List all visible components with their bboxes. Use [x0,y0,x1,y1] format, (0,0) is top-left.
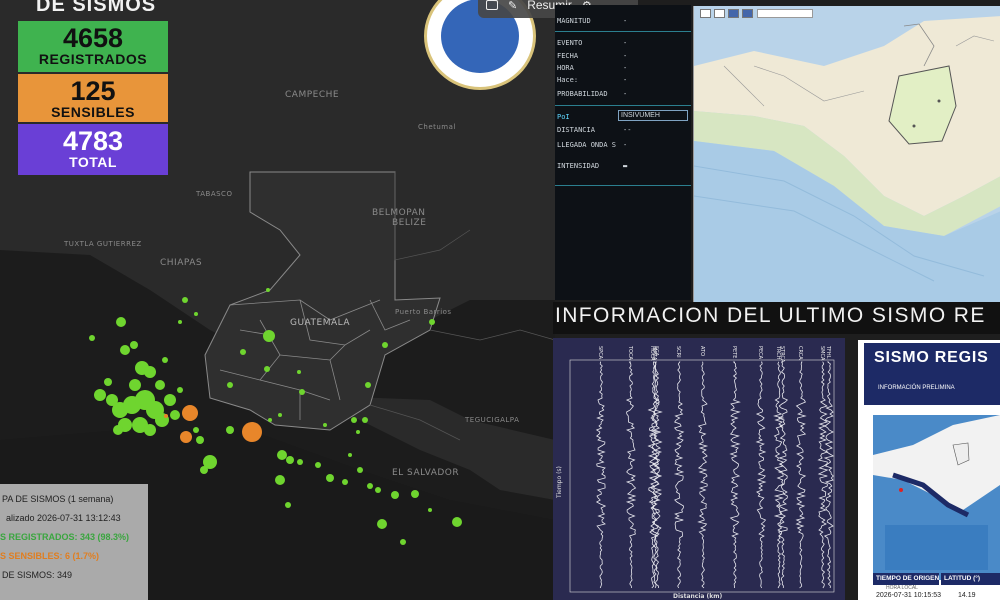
home-button[interactable] [728,9,739,18]
report-map [873,415,1000,580]
row-evento: EVENTO - [557,39,627,47]
label-poi: PoI [557,113,570,121]
divider [555,105,691,106]
label-el-salvador: EL SALVADOR [392,468,460,478]
stat-total-value: 4783 [62,126,124,156]
regional-map[interactable] [693,6,1000,302]
value-probabilidad: - [623,90,628,98]
label-belmopan: BELMOPAN [372,208,426,218]
stat-registered-value: 4658 [62,23,124,53]
report-col1-header-text: TIEMPO DE ORIGEN [876,575,940,582]
summarize-icon: ✎ [508,0,518,12]
label-puerto-barrios: Puerto Barrios [395,308,452,316]
seismogram-canvas: Tiempo (s) Distancia (km) SPCA TOCA HOCAMP… [556,345,835,600]
value-distancia: -- [623,126,632,134]
label-hace: Hace: [557,76,579,84]
map-legend: PA DE SISMOS (1 semana) alizado 2026-07-… [0,484,148,600]
station-label: TOCA [627,345,633,360]
report-title: SISMO REGIS [874,349,989,366]
window-icon[interactable] [486,0,498,10]
report-col2-header-text: LATITUD (°) [944,575,981,582]
label-fecha: FECHA [557,52,579,60]
row-intensidad: INTENSIDAD ▬ [557,162,627,170]
map-search-input[interactable] [757,9,813,18]
station-label: ATO [699,346,705,356]
stat-sensible: 125 SENSIBLES [18,74,168,122]
divider [555,185,691,186]
zoom-in-button[interactable] [700,9,711,18]
stat-total: 4783 TOTAL [18,124,168,175]
label-chetumal: Chetumal [418,123,456,131]
label-tegucigalpa: TEGUCIGALPA [465,416,520,424]
label-campeche: CAMPECHE [285,90,340,100]
layers-button[interactable] [714,9,725,18]
seismogram-panel: Tiempo (s) Distancia (km) SPCA TOCA HOCA MP… [553,338,845,600]
stat-registered-label: REGISTRADOS [38,51,148,67]
label-guatemala: GUATEMALA [290,318,351,328]
value-magnitud: - [623,17,628,25]
quake-info-panel: MAGNITUD - EVENTO - FECHA - HORA - Hace: - PR… [555,5,691,300]
value-fecha: - [623,52,628,60]
station-label: SCA [653,346,659,357]
row-magnitud: MAGNITUD - [557,17,627,25]
value-intensidad: ▬ [623,162,628,170]
station-label: SCRI [675,346,681,358]
value-evento: - [623,39,628,47]
row-probabilidad: PROBABILIDAD - [557,90,627,98]
station-label: TFHL [825,345,831,359]
stat-registered: 4658 REGISTRADOS [18,21,168,72]
label-belize: BELIZE [392,218,427,228]
stat-total-label: TOTAL [69,154,117,170]
regional-map-canvas [694,6,1000,302]
report-subtitle: INFORMACIÓN PRELIMINA [878,385,955,391]
label-tuxtla: TUXTLA GUTIERREZ [64,240,142,248]
basemap-button[interactable] [742,9,753,18]
seismogram-ylabel: Tiempo (s) [556,466,563,499]
legend-title: PA DE SISMOS (1 semana) [2,494,114,504]
poi-input[interactable] [618,110,688,121]
label-evento: EVENTO [557,39,583,47]
row-fecha: FECHA - [557,52,627,60]
legend-registered: S REGISTRADOS: 343 (98.3%) [0,532,130,542]
stat-sensible-value: 125 [70,76,116,106]
station-label: PECA [757,346,763,360]
divider [555,31,691,32]
map-title: DE SISMOS [36,0,157,16]
label-magnitud: MAGNITUD [557,17,591,25]
row-hace: Hace: - [557,76,627,84]
legend-total: DE SISMOS: 349 [2,570,73,580]
row-llegada: LLEGADA ONDA S- [557,141,627,149]
legend-sensible: S SENSIBLES: 6 (1.7%) [0,551,100,561]
station-label: CRCA [797,346,803,360]
report-header: SISMO REGIS INFORMACIÓN PRELIMINA [864,343,1000,405]
row-hora: HORA - [557,64,627,72]
report-latitude: 14.19 [958,592,976,599]
quake-report-card: SISMO REGIS INFORMACIÓN PRELIMINA TIEMPO… [858,340,1000,600]
station-label: SPCA [597,346,603,360]
report-col2-header: LATITUD (°) [941,573,1000,585]
value-hora: - [623,64,628,72]
report-col1-sub: HORA LOCAL [886,585,918,591]
last-quake-headline: INFORMACION DEL ULTIMO SISMO RE [553,302,1000,334]
row-distancia: DISTANCIA -- [557,126,631,134]
label-intensidad: INTENSIDAD [557,162,600,170]
report-col1-header: TIEMPO DE ORIGEN [873,573,939,585]
row-poi: PoI [557,113,570,121]
seismic-map[interactable]: CAMPECHE CHIAPAS GUATEMALA BELMOPAN BELI… [0,0,555,600]
label-probabilidad: PROBABILIDAD [557,90,608,98]
station-label: SMCA [819,346,825,361]
label-tabasco: TABASCO [196,190,233,198]
label-llegada: LLEGADA ONDA S [557,141,617,149]
seismogram-xlabel: Distancia (km) [673,593,723,600]
report-origin-time: 2026-07-31 10:15:53 [876,592,941,599]
label-hora: HORA [557,64,574,72]
station-label: PETE [731,346,737,358]
label-distancia: DISTANCIA [557,126,595,134]
stat-sensible-label: SENSIBLES [51,104,135,120]
value-llegada: - [623,141,628,149]
legend-updated: alizado 2026-07-31 13:12:43 [6,513,121,523]
label-chiapas: CHIAPAS [160,258,203,268]
station-label: STRCA [779,346,785,363]
value-hace: - [623,76,628,84]
